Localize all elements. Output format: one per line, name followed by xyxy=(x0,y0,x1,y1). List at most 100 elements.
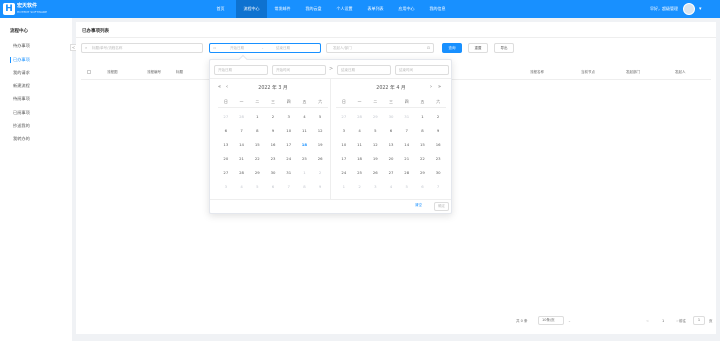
calendar-day[interactable]: 16 xyxy=(430,140,446,150)
sidebar-item-transferred[interactable]: 我转办的 xyxy=(13,136,30,142)
nav-mail[interactable]: 常发邮件 xyxy=(267,0,298,18)
calendar-day[interactable]: 22 xyxy=(415,154,431,164)
sidebar-item-todo[interactable]: 待办事项 xyxy=(13,43,30,49)
calendar-day[interactable]: 9 xyxy=(312,182,328,192)
calendar-day[interactable]: 23 xyxy=(430,154,446,164)
calendar-day[interactable]: 14 xyxy=(234,140,250,150)
calendar-day[interactable]: 21 xyxy=(399,154,415,164)
calendar-day[interactable]: 1 xyxy=(336,182,352,192)
calendar-day[interactable]: 30 xyxy=(430,168,446,178)
calendar-day-today[interactable]: 18 xyxy=(297,140,313,150)
calendar-day[interactable]: 30 xyxy=(265,168,281,178)
avatar[interactable] xyxy=(683,3,695,15)
calendar-day[interactable]: 29 xyxy=(415,168,431,178)
person-input[interactable]: 发起人/部门 ⊡ xyxy=(326,43,434,53)
prev-page-button[interactable]: < xyxy=(646,316,649,326)
calendar-day[interactable]: 5 xyxy=(249,182,265,192)
calendar-day[interactable]: 5 xyxy=(367,126,383,136)
calendar-day[interactable]: 4 xyxy=(234,182,250,192)
org-select-icon[interactable]: ⊡ xyxy=(427,44,430,52)
chevron-down-icon[interactable]: ▾ xyxy=(699,6,702,12)
calendar-day[interactable]: 8 xyxy=(249,126,265,136)
calendar-day[interactable]: 7 xyxy=(430,182,446,192)
calendar-day[interactable]: 4 xyxy=(352,126,368,136)
picker-start-date-input[interactable]: 开始日期 xyxy=(214,65,268,75)
picker-start-time-input[interactable]: 开始时间 xyxy=(272,65,326,75)
calendar-day[interactable]: 12 xyxy=(312,126,328,136)
calendar-day[interactable]: 13 xyxy=(218,140,234,150)
calendar-day[interactable]: 2 xyxy=(265,112,281,122)
calendar-day[interactable]: 3 xyxy=(336,126,352,136)
nav-my-info[interactable]: 我的信息 xyxy=(422,0,453,18)
calendar-day[interactable]: 7 xyxy=(399,126,415,136)
calendar-day[interactable]: 5 xyxy=(399,182,415,192)
nav-form-list[interactable]: 表单列表 xyxy=(360,0,391,18)
calendar-day[interactable]: 27 xyxy=(336,112,352,122)
page-number-1[interactable]: 1 xyxy=(662,316,664,326)
goto-page-input[interactable]: 1 xyxy=(693,316,705,325)
calendar-day[interactable]: 25 xyxy=(352,168,368,178)
picker-end-date-input[interactable]: 结束日期 xyxy=(337,65,391,75)
calendar-day[interactable]: 5 xyxy=(312,112,328,122)
calendar-day[interactable]: 26 xyxy=(312,154,328,164)
calendar-day[interactable]: 3 xyxy=(218,182,234,192)
calendar-day[interactable]: 17 xyxy=(281,140,297,150)
calendar-day[interactable]: 25 xyxy=(297,154,313,164)
calendar-day[interactable]: 8 xyxy=(415,126,431,136)
export-button[interactable]: 导出 xyxy=(494,43,514,53)
calendar-day[interactable]: 31 xyxy=(399,112,415,122)
calendar-day[interactable]: 19 xyxy=(312,140,328,150)
calendar-day[interactable]: 11 xyxy=(297,126,313,136)
calendar-day[interactable]: 4 xyxy=(297,112,313,122)
calendar-day[interactable]: 29 xyxy=(249,168,265,178)
next-month-icon[interactable]: › xyxy=(430,84,432,90)
calendar-day[interactable]: 10 xyxy=(281,126,297,136)
calendar-day[interactable]: 31 xyxy=(281,168,297,178)
calendar-day[interactable]: 13 xyxy=(383,140,399,150)
calendar-day[interactable]: 4 xyxy=(383,182,399,192)
calendar-day[interactable]: 24 xyxy=(336,168,352,178)
nav-cloud-disk[interactable]: 我的云盘 xyxy=(298,0,329,18)
calendar-day[interactable]: 3 xyxy=(281,112,297,122)
calendar-day[interactable]: 28 xyxy=(234,112,250,122)
select-all-checkbox[interactable] xyxy=(87,70,91,74)
calendar-day[interactable]: 1 xyxy=(297,168,313,178)
calendar-day[interactable]: 28 xyxy=(399,168,415,178)
next-year-icon[interactable]: » xyxy=(438,84,441,90)
calendar-day[interactable]: 6 xyxy=(218,126,234,136)
calendar-day[interactable]: 7 xyxy=(234,126,250,136)
calendar-day[interactable]: 17 xyxy=(336,154,352,164)
reset-button[interactable]: 重置 xyxy=(468,43,488,53)
sidebar-item-new-process[interactable]: 新建流程 xyxy=(13,83,30,89)
sidebar-item-cc-me[interactable]: 抄送我的 xyxy=(13,123,30,129)
calendar-day[interactable]: 10 xyxy=(336,140,352,150)
calendar-day[interactable]: 26 xyxy=(367,168,383,178)
calendar-day[interactable]: 6 xyxy=(415,182,431,192)
calendar-day[interactable]: 27 xyxy=(218,168,234,178)
calendar-day[interactable]: 30 xyxy=(383,112,399,122)
page-size-select[interactable]: 10条/页 xyxy=(538,316,564,325)
calendar-day[interactable]: 14 xyxy=(399,140,415,150)
calendar-day[interactable]: 2 xyxy=(430,112,446,122)
calendar-day[interactable]: 21 xyxy=(234,154,250,164)
calendar-day[interactable]: 2 xyxy=(352,182,368,192)
calendar-day[interactable]: 6 xyxy=(383,126,399,136)
calendar-day[interactable]: 19 xyxy=(367,154,383,164)
calendar-day[interactable]: 1 xyxy=(415,112,431,122)
calendar-day[interactable]: 9 xyxy=(265,126,281,136)
sidebar-item-my-requests[interactable]: 我的请求 xyxy=(13,70,30,76)
calendar-day[interactable]: 20 xyxy=(383,154,399,164)
picker-end-time-input[interactable]: 结束时间 xyxy=(395,65,449,75)
search-button[interactable]: 查询 xyxy=(442,43,462,53)
sidebar-item-read[interactable]: 已阅事项 xyxy=(13,110,30,116)
calendar-day[interactable]: 20 xyxy=(218,154,234,164)
sidebar-item-done[interactable]: 已办事项 xyxy=(13,57,30,63)
calendar-day[interactable]: 1 xyxy=(249,112,265,122)
calendar-day[interactable]: 18 xyxy=(352,154,368,164)
nav-personal-settings[interactable]: 个人设置 xyxy=(329,0,360,18)
confirm-button[interactable]: 确定 xyxy=(434,202,449,211)
calendar-day[interactable]: 15 xyxy=(249,140,265,150)
chevron-down-icon[interactable]: ⌄ xyxy=(568,316,571,326)
calendar-day[interactable]: 6 xyxy=(265,182,281,192)
calendar-day[interactable]: 22 xyxy=(249,154,265,164)
